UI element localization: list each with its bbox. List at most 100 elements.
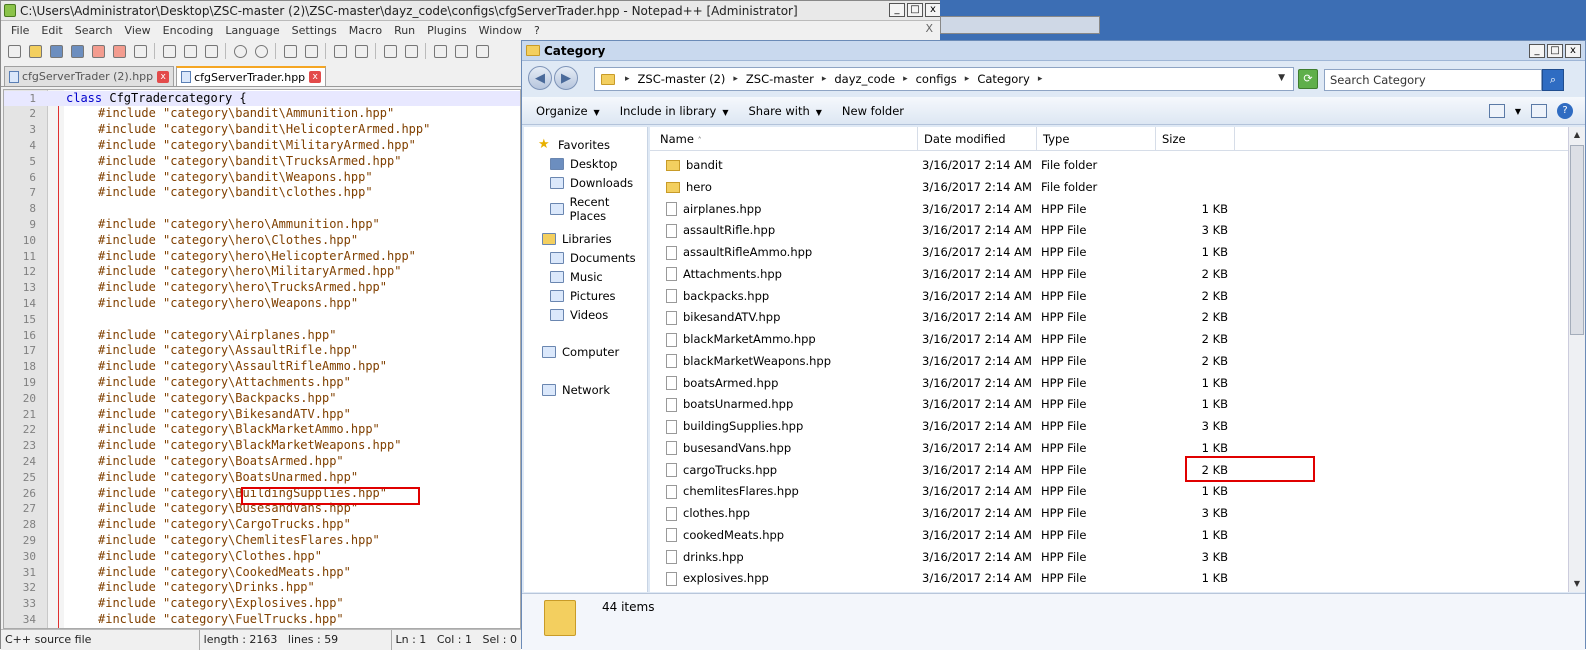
code-line[interactable]: 32 #include "category\Drinks.hpp" <box>4 580 520 596</box>
code-line[interactable]: 9 #include "category\hero\Ammunition.hpp" <box>4 217 520 233</box>
scroll-down-icon[interactable]: ▼ <box>1570 577 1584 591</box>
file-row[interactable]: drinks.hpp 3/16/2017 2:14 AM HPP File 3 KB <box>650 547 1568 569</box>
breadcrumb-item[interactable]: dayz_code <box>834 72 895 86</box>
menu-edit[interactable]: Edit <box>35 24 68 37</box>
code-line[interactable]: 17 #include "category\AssaultRifle.hpp" <box>4 343 520 359</box>
code-line[interactable]: 13 #include "category\hero\TrucksArmed.hp… <box>4 280 520 296</box>
tab-cfgservertrader-2[interactable]: cfgServerTrader (2).hpp x <box>4 66 175 86</box>
file-row[interactable]: boatsArmed.hpp 3/16/2017 2:14 AM HPP File 1… <box>650 373 1568 395</box>
nav-recent-places[interactable]: Recent Places <box>550 195 647 223</box>
chevron-right-icon[interactable]: ▸ <box>733 74 738 84</box>
menu-macro[interactable]: Macro <box>343 24 388 37</box>
code-line[interactable]: 12 #include "category\hero\MilitaryArmed.… <box>4 264 520 280</box>
open-file-icon[interactable] <box>26 42 44 60</box>
file-row[interactable]: bandit 3/16/2017 2:14 AM File folder <box>650 155 1568 177</box>
code-line[interactable]: 34 #include "category\FuelTrucks.hpp" <box>4 612 520 628</box>
nav-music[interactable]: Music <box>550 270 603 284</box>
scroll-up-icon[interactable]: ▲ <box>1570 128 1584 142</box>
npp-titlebar[interactable]: C:\Users\Administrator\Desktop\ZSC-maste… <box>1 1 945 21</box>
undo-icon[interactable] <box>231 42 249 60</box>
file-row[interactable]: busesandVans.hpp 3/16/2017 2:14 AM HPP Fil… <box>650 438 1568 460</box>
chevron-down-icon[interactable]: ▼ <box>1515 107 1521 116</box>
preview-pane-icon[interactable] <box>1531 104 1547 118</box>
vertical-scrollbar[interactable]: ▲ ▼ <box>1568 127 1585 592</box>
close-all-icon[interactable] <box>110 42 128 60</box>
close-document-icon[interactable]: X <box>925 22 933 35</box>
file-row[interactable]: airplanes.hpp 3/16/2017 2:14 AM HPP File 1 … <box>650 199 1568 221</box>
file-row[interactable]: assaultRifleAmmo.hpp 3/16/2017 2:14 AM HPP… <box>650 242 1568 264</box>
code-line[interactable]: 22 #include "category\BlackMarketAmmo.hpp… <box>4 422 520 438</box>
redo-icon[interactable] <box>252 42 270 60</box>
file-row[interactable]: bikesandATV.hpp 3/16/2017 2:14 AM HPP File… <box>650 307 1568 329</box>
breadcrumb-item[interactable]: ZSC-master <box>746 72 814 86</box>
code-line[interactable]: 20 #include "category\Backpacks.hpp" <box>4 391 520 407</box>
copy-icon[interactable] <box>181 42 199 60</box>
file-row[interactable]: clothes.hpp 3/16/2017 2:14 AM HPP File 3 KB <box>650 503 1568 525</box>
nav-documents[interactable]: Documents <box>550 251 636 265</box>
menu-settings[interactable]: Settings <box>286 24 343 37</box>
breadcrumb-item[interactable]: ZSC-master (2) <box>638 72 726 86</box>
help-icon[interactable]: ? <box>1557 103 1573 119</box>
explorer-titlebar[interactable]: Category _ □ x <box>522 41 1585 61</box>
chevron-right-icon[interactable]: ▸ <box>1038 74 1043 84</box>
close-button[interactable]: x <box>925 3 941 17</box>
code-editor[interactable]: − 1class CfgTradercategory {2#include "c… <box>3 89 521 629</box>
change-view-icon[interactable] <box>1488 104 1505 118</box>
code-line[interactable]: 6 #include "category\bandit\Weapons.hpp" <box>4 170 520 186</box>
close-file-icon[interactable] <box>89 42 107 60</box>
menu-help[interactable]: ? <box>528 24 546 37</box>
chevron-right-icon[interactable]: ▸ <box>822 74 827 84</box>
column-type[interactable]: Type <box>1037 127 1156 151</box>
code-line[interactable]: 29 #include "category\ChemlitesFlares.hpp… <box>4 533 520 549</box>
save-all-icon[interactable] <box>68 42 86 60</box>
file-row[interactable]: hero 3/16/2017 2:14 AM File folder <box>650 177 1568 199</box>
back-button[interactable]: ◀ <box>528 66 552 90</box>
menu-plugins[interactable]: Plugins <box>421 24 472 37</box>
tab-cfgservertrader[interactable]: cfgServerTrader.hpp x <box>176 66 327 86</box>
chevron-right-icon[interactable]: ▸ <box>965 74 970 84</box>
code-line[interactable]: 10 #include "category\hero\Clothes.hpp" <box>4 233 520 249</box>
maximize-button[interactable]: □ <box>907 3 923 17</box>
chevron-right-icon[interactable]: ▸ <box>903 74 908 84</box>
code-line[interactable]: 16 #include "category\Airplanes.hpp" <box>4 328 520 344</box>
file-row[interactable]: buildingSupplies.hpp 3/16/2017 2:14 AM HPP… <box>650 416 1568 438</box>
menu-language[interactable]: Language <box>219 24 285 37</box>
code-line[interactable]: 33 #include "category\Explosives.hpp" <box>4 596 520 612</box>
close-tab-icon[interactable]: x <box>157 70 170 83</box>
file-row[interactable]: Attachments.hpp 3/16/2017 2:14 AM HPP File… <box>650 264 1568 286</box>
file-row[interactable]: blackMarketAmmo.hpp 3/16/2017 2:14 AM HPP … <box>650 329 1568 351</box>
menu-encoding[interactable]: Encoding <box>157 24 220 37</box>
file-row[interactable]: assaultRifle.hpp 3/16/2017 2:14 AM HPP Fil… <box>650 220 1568 242</box>
maximize-button[interactable]: □ <box>1547 44 1563 58</box>
file-row[interactable]: explosives.hpp 3/16/2017 2:14 AM HPP File 1… <box>650 568 1568 590</box>
file-row[interactable]: cargoTrucks.hpp 3/16/2017 2:14 AM HPP File… <box>650 460 1568 482</box>
file-row[interactable]: chemlitesFlares.hpp 3/16/2017 2:14 AM HPP … <box>650 481 1568 503</box>
code-line[interactable]: 31 #include "category\CookedMeats.hpp" <box>4 565 520 581</box>
scroll-thumb[interactable] <box>1570 145 1584 335</box>
search-icon[interactable]: ⌕ <box>1542 69 1564 91</box>
file-row[interactable]: boatsUnarmed.hpp 3/16/2017 2:14 AM HPP Fil… <box>650 394 1568 416</box>
nav-favorites[interactable]: ★ Favorites <box>538 138 610 152</box>
nav-pictures[interactable]: Pictures <box>550 289 616 303</box>
close-tab-icon[interactable]: x <box>309 71 322 83</box>
column-date[interactable]: Date modified <box>918 127 1037 151</box>
menu-run[interactable]: Run <box>388 24 421 37</box>
code-line[interactable]: 7 #include "category\bandit\clothes.hpp" <box>4 185 520 201</box>
code-line[interactable]: 21 #include "category\BikesandATV.hpp" <box>4 407 520 423</box>
menu-window[interactable]: Window <box>473 24 528 37</box>
breadcrumb-item[interactable]: configs <box>916 72 957 86</box>
find-icon[interactable] <box>281 42 299 60</box>
chevron-down-icon[interactable]: ▼ <box>1278 73 1285 83</box>
code-line[interactable]: 28 #include "category\CargoTrucks.hpp" <box>4 517 520 533</box>
code-line[interactable]: 23 #include "category\BlackMarketWeapons.… <box>4 438 520 454</box>
code-line[interactable]: 2 #include "category\bandit\Ammunition.hp… <box>4 106 520 122</box>
address-bar[interactable]: ▸ ZSC-master (2) ▸ ZSC-master ▸ dayz_code ▸ co… <box>594 67 1294 91</box>
chevron-right-icon[interactable]: ▸ <box>625 74 630 84</box>
breadcrumb-item[interactable]: Category <box>977 72 1030 86</box>
new-file-icon[interactable] <box>5 42 23 60</box>
code-line[interactable]: 4 #include "category\bandit\MilitaryArmed… <box>4 138 520 154</box>
code-line[interactable]: 19 #include "category\Attachments.hpp" <box>4 375 520 391</box>
code-line[interactable]: 5 #include "category\bandit\TrucksArmed.h… <box>4 154 520 170</box>
minimize-button[interactable]: _ <box>1529 44 1545 58</box>
menu-search[interactable]: Search <box>69 24 119 37</box>
